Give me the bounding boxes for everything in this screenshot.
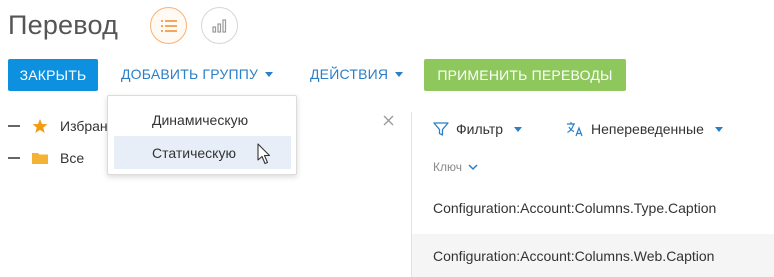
close-icon[interactable]: [383, 115, 394, 126]
chevron-down-icon: [395, 71, 404, 77]
star-icon: [32, 119, 48, 133]
table-row[interactable]: Configuration:Account:Columns.Type.Capti…: [412, 186, 774, 230]
column-header-label: Ключ: [433, 160, 462, 174]
chevron-down-icon: [714, 126, 723, 132]
apply-translations-button[interactable]: ПРИМЕНИТЬ ПЕРЕВОДЫ: [424, 59, 626, 91]
row-key: Configuration:Account:Columns.Type.Capti…: [433, 200, 717, 216]
bar-chart-icon: [211, 18, 226, 33]
folder-icon: [32, 153, 48, 164]
close-button[interactable]: ЗАКРЫТЬ: [8, 59, 98, 91]
add-group-label: ДОБАВИТЬ ГРУППУ: [121, 66, 259, 82]
untranslated-label: Непереведенные: [591, 121, 704, 137]
table-row[interactable]: Configuration:Account:Columns.Web.Captio…: [412, 234, 774, 277]
menu-item-dynamic[interactable]: Динамическую: [114, 103, 291, 136]
tree-item-label: Все: [60, 150, 85, 166]
sort-down-icon: [468, 163, 478, 170]
untranslated-filter[interactable]: Непереведенные: [566, 121, 723, 137]
add-group-menu[interactable]: ДОБАВИТЬ ГРУППУ: [121, 66, 274, 82]
chevron-down-icon: [514, 126, 523, 132]
list-view-button[interactable]: [150, 7, 187, 44]
actions-menu[interactable]: ДЕЙСТВИЯ: [310, 66, 404, 82]
chevron-down-icon: [265, 71, 274, 77]
chart-view-button[interactable]: [201, 7, 238, 44]
actions-label: ДЕЙСТВИЯ: [310, 66, 389, 82]
filter-label: Фильтр: [456, 121, 504, 137]
page-title: Перевод: [8, 10, 119, 40]
tree-item-all[interactable]: Все: [8, 150, 84, 166]
mouse-cursor-icon: [257, 143, 271, 165]
list-icon: [160, 19, 177, 32]
collapse-icon[interactable]: [8, 125, 20, 127]
collapse-icon[interactable]: [8, 157, 20, 159]
column-header-key[interactable]: Ключ: [433, 160, 478, 174]
row-key: Configuration:Account:Columns.Web.Captio…: [433, 248, 715, 264]
filter-menu[interactable]: Фильтр: [433, 121, 523, 137]
filter-icon: [433, 122, 449, 136]
translate-icon: [567, 122, 583, 137]
